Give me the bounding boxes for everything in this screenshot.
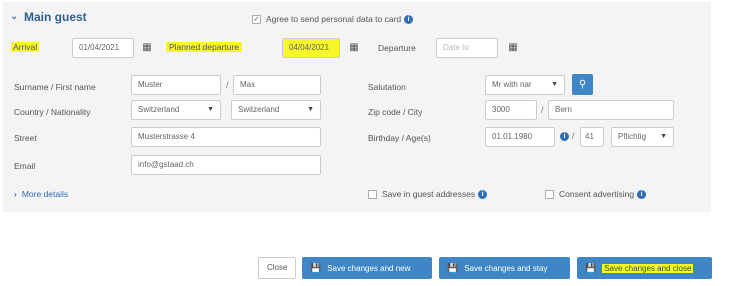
calendar-icon[interactable]: ▦ [137,38,157,58]
info-icon[interactable]: i [404,15,414,25]
departure-placeholder: Date to [443,43,469,52]
liability-value: Pflichtig [618,132,647,141]
city-input[interactable]: Bern [548,100,674,120]
planned-departure-label: Planned departure [166,42,242,52]
zip-city-label: Zip code / City [368,107,423,117]
save-stay-button[interactable]: 💾 Save changes and stay [439,257,570,279]
liability-select[interactable]: Pflichtig ▼ [611,127,674,147]
salutation-value: Mr with nar [492,80,532,89]
birthday-input[interactable]: 01.01.1980 [485,127,555,147]
email-label: Email [14,161,36,171]
age-input[interactable]: 41 [580,127,604,147]
street-label: Street [14,133,37,143]
agree-checkbox-row[interactable]: ✓ Agree to send personal data to card i [252,14,414,25]
caret-down-icon: ▼ [307,106,314,113]
consent-row[interactable]: Consent advertising i [545,189,647,200]
more-details-label: More details [21,189,69,199]
age-separator: / [572,131,575,141]
nationality-value: Switzerland [238,105,280,114]
arrival-input[interactable]: 01/04/2021 [72,38,134,58]
save-new-label: Save changes and new [327,264,411,273]
country-value: Switzerland [138,105,180,114]
arrival-label: Arrival [11,42,40,52]
calendar-icon[interactable]: ▦ [503,38,523,58]
save-icon: 💾 [585,263,597,273]
surname-input[interactable]: Muster [131,75,221,95]
departure-label: Departure [378,43,416,53]
zip-separator: / [541,105,544,115]
save-guest-row[interactable]: Save in guest addresses i [368,189,488,200]
save-close-button[interactable]: 💾 Save changes and close [577,257,712,279]
save-guest-checkbox[interactable] [368,190,377,200]
email-input[interactable]: info@gstaad.ch [131,155,321,175]
consent-label: Consent advertising [559,189,635,199]
name-separator: / [226,80,229,90]
save-guest-label: Save in guest addresses [382,189,476,199]
close-button[interactable]: Close [258,257,297,279]
save-new-button[interactable]: 💾 Save changes and new [302,257,432,279]
more-details-link[interactable]: › More details [14,189,68,199]
first-name-input[interactable]: Max [233,75,321,95]
nationality-select[interactable]: Switzerland ▼ [231,100,321,120]
chevron-down-icon[interactable]: ⌄ [10,11,18,22]
birthday-label: Birthday / Age(s) [368,133,431,143]
caret-down-icon: ▼ [660,133,667,140]
search-button[interactable]: ⚲ [572,74,593,95]
zip-input[interactable]: 3000 [485,100,537,120]
country-label: Country / Nationality [14,107,91,117]
save-close-label: Save changes and close [602,264,694,273]
save-icon: 💾 [447,263,459,273]
info-icon[interactable]: i [560,131,569,142]
consent-checkbox[interactable] [545,190,554,200]
caret-down-icon: ▼ [207,106,214,113]
search-icon: ⚲ [578,79,587,90]
salutation-select[interactable]: Mr with nar ▼ [485,75,565,95]
street-input[interactable]: Musterstrasse 4 [131,127,321,147]
save-icon: 💾 [310,263,322,273]
agree-label: Agree to send personal data to card [266,14,402,24]
agree-checkbox[interactable]: ✓ [252,15,261,25]
caret-down-icon: ▼ [551,81,558,88]
planned-departure-input[interactable]: 04/04/2021 [282,38,340,58]
name-label: Surname / First name [14,82,96,92]
info-icon[interactable]: i [478,190,488,200]
salutation-label: Salutation [368,82,406,92]
section-title: Main guest [24,10,87,24]
calendar-icon[interactable]: ▦ [344,38,364,58]
departure-input[interactable]: Date to [436,38,498,58]
country-select[interactable]: Switzerland ▼ [131,100,221,120]
chevron-right-icon: › [14,189,17,199]
save-stay-label: Save changes and stay [464,264,548,273]
info-icon[interactable]: i [637,190,647,200]
